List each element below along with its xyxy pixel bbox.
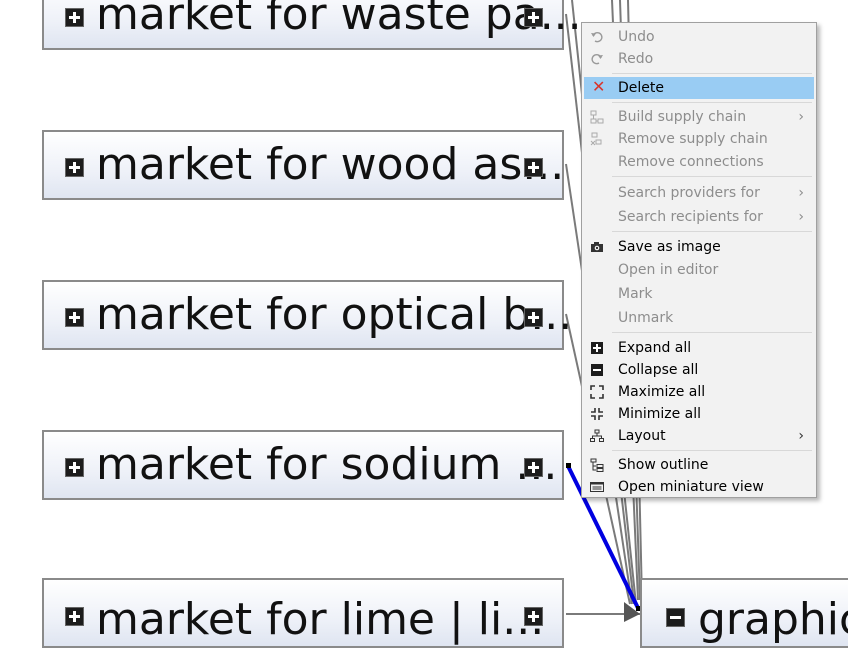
menu-item-minimize-all[interactable]: Minimize all xyxy=(584,403,814,425)
submenu-arrow-icon: › xyxy=(798,185,804,201)
menu-item-remove-connections[interactable]: Remove connections xyxy=(584,151,814,173)
node-label: market for sodium ... xyxy=(96,439,558,490)
menu-item-label: Unmark xyxy=(618,310,674,326)
menu-item-label: Remove supply chain xyxy=(618,131,768,147)
expand-right-icon[interactable] xyxy=(524,158,543,177)
menu-separator xyxy=(612,102,812,103)
miniature-view-icon xyxy=(590,482,604,492)
layout-tree-icon xyxy=(590,429,604,442)
redo-icon xyxy=(591,54,603,65)
menu-item-label: Layout xyxy=(618,428,666,444)
node-label: graphic xyxy=(698,594,848,645)
menu-item-label: Open miniature view xyxy=(618,479,764,495)
target-process-node[interactable]: graphic xyxy=(640,578,848,648)
menu-item-open-in-editor[interactable]: Open in editor xyxy=(584,259,814,281)
menu-item-label: Minimize all xyxy=(618,406,702,422)
delete-x-icon: ✕ xyxy=(592,77,606,96)
menu-item-label: Mark xyxy=(618,286,653,302)
menu-item-label: Build supply chain xyxy=(618,109,747,125)
menu-item-search-providers[interactable]: Search providers for › xyxy=(584,182,814,204)
context-menu: Undo Redo ✕ Delete Build supply chain › … xyxy=(581,22,817,498)
menu-item-label: Save as image xyxy=(618,239,721,255)
menu-separator xyxy=(612,450,812,451)
menu-item-maximize-all[interactable]: Maximize all xyxy=(584,381,814,403)
menu-item-undo[interactable]: Undo xyxy=(584,26,814,48)
expand-left-icon[interactable] xyxy=(65,8,84,27)
expand-left-icon[interactable] xyxy=(65,308,84,327)
menu-item-save-as-image[interactable]: Save as image xyxy=(584,236,814,258)
outline-icon xyxy=(590,458,604,472)
menu-item-mark[interactable]: Mark xyxy=(584,283,814,305)
expand-left-icon[interactable] xyxy=(65,458,84,477)
collapse-icon xyxy=(591,364,603,376)
menu-item-label: Delete xyxy=(618,80,664,96)
node-label: market for optical b... xyxy=(96,289,573,340)
menu-item-redo[interactable]: Redo xyxy=(584,48,814,70)
process-node[interactable]: market for optical b... xyxy=(42,280,573,350)
menu-item-label: Expand all xyxy=(618,340,692,356)
remove-supply-chain-icon xyxy=(590,132,602,146)
menu-item-show-outline[interactable]: Show outline xyxy=(584,454,814,476)
menu-separator xyxy=(612,231,812,232)
process-node[interactable]: market for sodium ... xyxy=(42,430,564,500)
menu-separator xyxy=(612,176,812,177)
menu-item-search-recipients[interactable]: Search recipients for › xyxy=(584,206,814,228)
submenu-arrow-icon: › xyxy=(798,109,804,125)
submenu-arrow-icon: › xyxy=(798,428,804,444)
menu-item-unmark[interactable]: Unmark xyxy=(584,307,814,329)
expand-right-icon[interactable] xyxy=(524,458,543,477)
maximize-icon xyxy=(590,385,604,399)
menu-item-open-miniature-view[interactable]: Open miniature view xyxy=(584,476,814,498)
menu-item-expand-all[interactable]: Expand all xyxy=(584,337,814,359)
menu-item-remove-supply-chain[interactable]: Remove supply chain xyxy=(584,128,814,150)
expand-left-icon[interactable] xyxy=(65,607,84,626)
expand-right-icon[interactable] xyxy=(524,8,543,27)
menu-item-label: Remove connections xyxy=(618,154,764,170)
build-supply-chain-icon xyxy=(590,110,604,124)
camera-icon xyxy=(591,242,603,252)
menu-item-label: Redo xyxy=(618,51,654,67)
menu-item-label: Collapse all xyxy=(618,362,699,378)
collapse-icon[interactable] xyxy=(666,608,685,627)
minimize-icon xyxy=(591,408,603,420)
node-label: market for wood as... xyxy=(96,139,565,190)
expand-right-icon[interactable] xyxy=(524,607,543,626)
submenu-arrow-icon: › xyxy=(798,209,804,225)
expand-icon xyxy=(591,342,603,354)
menu-item-collapse-all[interactable]: Collapse all xyxy=(584,359,814,381)
menu-item-build-supply-chain[interactable]: Build supply chain › xyxy=(584,106,814,128)
expand-left-icon[interactable] xyxy=(65,158,84,177)
process-node[interactable]: market for lime | li... xyxy=(42,578,564,648)
link-handle xyxy=(566,463,571,468)
menu-item-label: Open in editor xyxy=(618,262,719,278)
menu-item-label: Maximize all xyxy=(618,384,706,400)
process-node[interactable]: market for waste pa... xyxy=(42,0,582,50)
menu-item-layout[interactable]: Layout › xyxy=(584,425,814,447)
menu-item-label: Undo xyxy=(618,29,655,45)
menu-item-label: Search providers for xyxy=(618,185,760,201)
process-node[interactable]: market for wood as... xyxy=(42,130,564,200)
node-label: market for lime | li... xyxy=(96,594,545,645)
node-label: market for waste pa... xyxy=(96,0,582,40)
expand-right-icon[interactable] xyxy=(524,308,543,327)
menu-separator xyxy=(612,73,812,74)
menu-item-delete[interactable]: ✕ Delete xyxy=(584,77,814,99)
menu-item-label: Show outline xyxy=(618,457,709,473)
menu-item-label: Search recipients for xyxy=(618,209,763,225)
menu-separator xyxy=(612,332,812,333)
undo-icon xyxy=(591,32,603,43)
